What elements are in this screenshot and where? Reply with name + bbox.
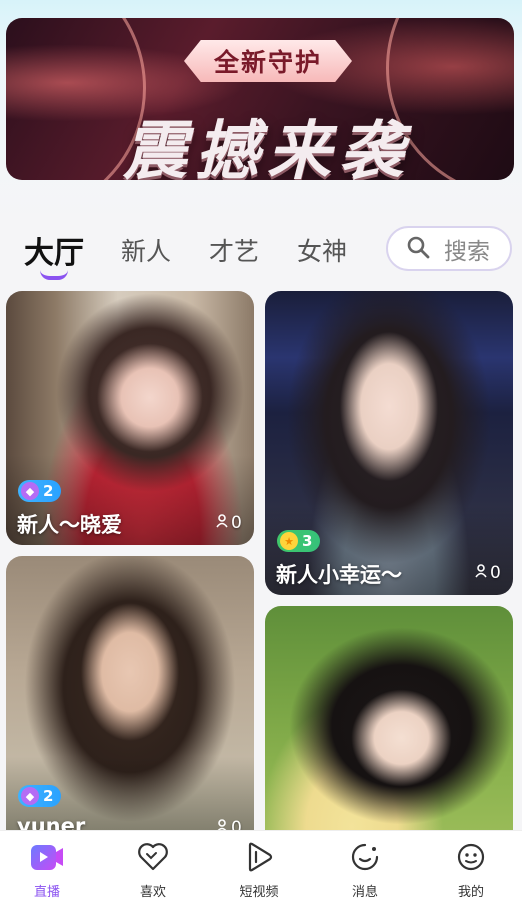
heart-icon bbox=[113, 841, 193, 873]
promo-banner[interactable]: 全新守护 震撼来袭 bbox=[6, 18, 514, 180]
level-badge: ◆ 2 bbox=[18, 785, 62, 807]
tab-newcomers[interactable]: 新人 bbox=[121, 232, 171, 268]
banner-tag-text: 全新守护 bbox=[213, 48, 322, 77]
nav-profile[interactable]: 我的 bbox=[431, 841, 511, 898]
level-badge: ◆ 2 bbox=[18, 480, 62, 502]
nav-label: 消息 bbox=[351, 885, 378, 898]
profile-icon bbox=[431, 841, 511, 873]
live-icon bbox=[7, 841, 87, 873]
message-icon bbox=[325, 841, 405, 873]
viewer-count-value: 0 bbox=[490, 563, 501, 583]
person-icon bbox=[216, 513, 228, 533]
live-room-card[interactable]: ★ 3 新人小幸运～ 0 bbox=[265, 291, 513, 595]
streamer-photo bbox=[265, 606, 513, 846]
nav-live[interactable]: 直播 bbox=[7, 841, 87, 898]
streamer-name: 新人小幸运～ bbox=[276, 563, 402, 587]
streamer-name: 新人～晓爱 bbox=[17, 513, 122, 537]
level-value: 2 bbox=[43, 482, 54, 500]
level-value: 2 bbox=[43, 787, 54, 805]
tab-hall[interactable]: 大厅 bbox=[24, 228, 84, 272]
short-video-icon bbox=[219, 841, 299, 873]
banner-tag: 全新守护 bbox=[184, 40, 352, 82]
nav-label: 喜欢 bbox=[139, 885, 166, 898]
search-icon bbox=[406, 235, 430, 263]
search-label: 搜索 bbox=[444, 238, 490, 265]
viewer-count-value: 0 bbox=[231, 513, 242, 533]
live-room-card[interactable]: ◆ 2 新人～晓爱 0 bbox=[6, 291, 254, 545]
level-value: 3 bbox=[302, 532, 313, 550]
level-badge: ★ 3 bbox=[277, 530, 321, 552]
nav-favorites[interactable]: 喜欢 bbox=[113, 841, 193, 898]
active-tab-indicator bbox=[40, 270, 68, 280]
bottom-navigation: 直播 喜欢 短视频 消息 我的 bbox=[0, 830, 522, 898]
nav-label: 直播 bbox=[33, 885, 60, 898]
search-button[interactable]: 搜索 bbox=[386, 226, 512, 271]
viewer-count: 0 bbox=[475, 563, 501, 583]
diamond-icon: ◆ bbox=[21, 482, 39, 500]
star-icon: ★ bbox=[280, 532, 298, 550]
diamond-icon: ◆ bbox=[21, 787, 39, 805]
live-room-card[interactable] bbox=[265, 606, 513, 846]
person-icon bbox=[475, 563, 487, 583]
nav-label: 我的 bbox=[457, 885, 484, 898]
tab-goddess[interactable]: 女神 bbox=[297, 232, 347, 268]
nav-short-video[interactable]: 短视频 bbox=[219, 841, 299, 898]
viewer-count: 0 bbox=[216, 513, 242, 533]
banner-headline: 震撼来袭 bbox=[123, 114, 411, 180]
nav-messages[interactable]: 消息 bbox=[325, 841, 405, 898]
nav-label: 短视频 bbox=[239, 885, 279, 898]
live-room-card[interactable]: ◆ 2 yuner 0 bbox=[6, 556, 254, 846]
tab-talent[interactable]: 才艺 bbox=[209, 232, 259, 268]
